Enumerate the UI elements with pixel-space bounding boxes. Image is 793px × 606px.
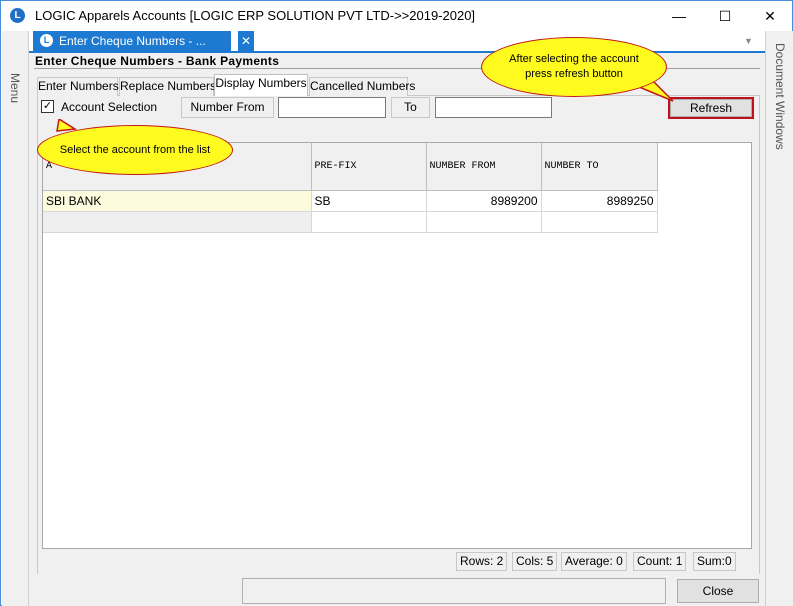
document-tab-enter-cheque-numbers[interactable]: L Enter Cheque Numbers - ... (33, 31, 231, 51)
number-from-label: Number From (181, 97, 274, 118)
cell-prefix[interactable] (311, 211, 427, 233)
cheque-grid[interactable]: A PRE-FIX NUMBER FROM NUMBER TO SBI BANK… (42, 142, 752, 549)
bottom-info-field (242, 578, 666, 604)
tab-cancelled-numbers[interactable]: Cancelled Numbers (309, 77, 415, 96)
close-button[interactable]: Close (677, 579, 759, 603)
close-tab-icon[interactable]: ✕ (238, 31, 254, 51)
document-windows-label[interactable]: Document Windows (773, 43, 787, 150)
cell-number-to[interactable] (541, 211, 658, 233)
tab-display-numbers[interactable]: Display Numbers (214, 74, 308, 96)
column-header-number-from[interactable]: NUMBER FROM (426, 143, 542, 191)
minimize-button[interactable]: — (656, 1, 702, 31)
table-row[interactable] (43, 211, 658, 233)
status-cols: Cols: 5 (512, 552, 558, 571)
maximize-button[interactable]: ☐ (702, 1, 748, 31)
document-windows-panel[interactable]: Document Windows (765, 31, 793, 606)
to-label: To (391, 97, 430, 118)
status-count: Count: 1 (633, 552, 687, 571)
cell-account[interactable]: SBI BANK (43, 190, 312, 212)
window-title: LOGIC Apparels Accounts [LOGIC ERP SOLUT… (35, 8, 476, 23)
column-header-number-to[interactable]: NUMBER TO (541, 143, 658, 191)
status-rows: Rows: 2 (456, 552, 508, 571)
menu-label[interactable]: Menu (8, 73, 22, 103)
refresh-button[interactable]: Refresh (668, 97, 754, 119)
app-logo-icon: L (10, 8, 25, 23)
account-selection-label[interactable]: Account Selection (61, 100, 157, 114)
cell-number-from[interactable] (426, 211, 542, 233)
select-account-callout: Select the account from the list (35, 119, 235, 183)
logic-logo-icon: L (40, 34, 53, 47)
press-refresh-callout: After selecting the account press refres… (479, 35, 675, 105)
tab-enter-numbers[interactable]: Enter Numbers (37, 77, 119, 96)
chevron-down-icon[interactable]: ▼ (744, 36, 753, 46)
tab-replace-numbers[interactable]: Replace Numbers (119, 77, 216, 96)
title-bar: L LOGIC Apparels Accounts [LOGIC ERP SOL… (1, 1, 792, 31)
press-refresh-callout-text: After selecting the account press refres… (481, 37, 667, 97)
account-selection-checkbox[interactable]: ✓ (41, 100, 54, 113)
table-row[interactable]: SBI BANK SB 8989200 8989250 (43, 190, 658, 212)
select-account-callout-text: Select the account from the list (37, 125, 233, 175)
document-tab-label: Enter Cheque Numbers - ... (59, 34, 206, 48)
status-sum: Sum:0 (693, 552, 736, 571)
bottom-bar: Close (29, 574, 765, 606)
menu-panel[interactable]: Menu (2, 31, 29, 606)
app-window: L LOGIC Apparels Accounts [LOGIC ERP SOL… (0, 0, 793, 606)
cell-prefix[interactable]: SB (311, 190, 427, 212)
column-header-prefix[interactable]: PRE-FIX (311, 143, 427, 191)
grid-status-bar: Rows: 2 Cols: 5 Average: 0 Count: 1 Sum:… (42, 550, 752, 572)
cell-number-from[interactable]: 8989200 (426, 190, 542, 212)
cell-account[interactable] (43, 211, 312, 233)
cell-number-to[interactable]: 8989250 (541, 190, 658, 212)
number-from-input[interactable] (278, 97, 386, 118)
status-average: Average: 0 (561, 552, 627, 571)
close-window-button[interactable]: ✕ (747, 1, 793, 31)
